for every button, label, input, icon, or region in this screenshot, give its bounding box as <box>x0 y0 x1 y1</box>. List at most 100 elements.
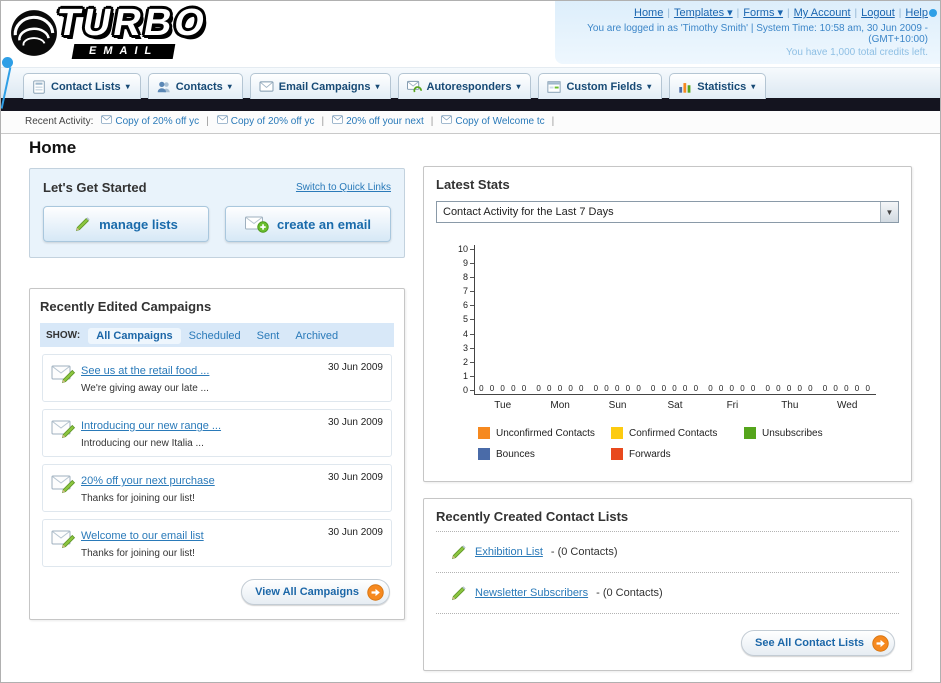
blue-dot-decoration <box>929 9 937 17</box>
campaign-row: Welcome to our email list Thanks for join… <box>42 519 392 567</box>
top-link-templates[interactable]: Templates ▾ <box>674 7 733 19</box>
latest-stats-panel: Latest Stats Contact Activity for the La… <box>423 166 912 482</box>
campaigns-filter-band: SHOW: All Campaigns Scheduled Sent Archived <box>40 323 394 347</box>
chart-y-axis: 10 9 8 7 6 5 4 3 2 1 0 <box>452 245 474 395</box>
campaign-title-link[interactable]: 20% off your next purchase <box>81 475 215 487</box>
recent-activity-item[interactable]: 20% off your next <box>332 115 424 127</box>
nav-tab-custom-fields[interactable]: Custom Fields ▾ <box>538 73 663 99</box>
campaign-date: 30 Jun 2009 <box>327 417 383 428</box>
top-link-help[interactable]: Help <box>905 7 928 19</box>
campaign-rows: See us at the retail food ... We're givin… <box>40 354 394 567</box>
email-pencil-icon <box>51 472 77 494</box>
view-all-campaigns-button[interactable]: View All Campaigns <box>241 579 390 605</box>
credits-info: You have 1,000 total credits left. <box>786 47 928 58</box>
contact-list-link-newsletter-subscribers[interactable]: Newsletter Subscribers <box>475 587 588 599</box>
get-started-panel: Let's Get Started Switch to Quick Links … <box>29 168 405 258</box>
chart-legend: Unconfirmed Contacts Confirmed Contacts Un… <box>478 427 898 469</box>
x-tick-label: Mon <box>550 400 570 411</box>
top-link-logout[interactable]: Logout <box>861 7 895 19</box>
campaign-title-link[interactable]: Welcome to our email list <box>81 530 204 542</box>
dotted-divider <box>436 572 899 573</box>
top-bar: TURBO EMAIL Home | Templates ▾ | Forms ▾ | My … <box>1 1 940 67</box>
chart-category-group: 0 0 0 0 0 <box>704 245 761 394</box>
top-link-my-account[interactable]: My Account <box>794 7 851 19</box>
campaign-row-icon-wrap <box>51 471 81 499</box>
chart-value-labels: 0 0 0 0 0 <box>650 384 701 393</box>
campaign-date: 30 Jun 2009 <box>327 362 383 373</box>
campaign-title-link[interactable]: Introducing our new range ... <box>81 420 221 432</box>
chart-category-group: 0 0 0 0 0 <box>475 245 532 394</box>
view-all-campaigns-label: View All Campaigns <box>255 586 359 598</box>
x-tick-label: Tue <box>494 400 512 411</box>
statistics-icon <box>678 80 692 94</box>
y-tick-label: 7 <box>463 287 474 296</box>
legend-label: Confirmed Contacts <box>629 427 718 439</box>
chart-category-group: 0 0 0 0 0 <box>590 245 647 394</box>
nav-tab-label: Contact Lists <box>51 80 121 93</box>
chevron-down-icon: ▾ <box>375 82 380 91</box>
campaign-row-texts: 20% off your next purchase Thanks for joi… <box>81 471 328 504</box>
legend-swatch <box>478 448 490 460</box>
campaigns-tab-all-campaigns[interactable]: All Campaigns <box>88 328 181 344</box>
recent-activity-item-label: Copy of Welcome tc <box>455 116 545 127</box>
email-pencil-icon <box>51 527 77 549</box>
campaigns-tab-sent[interactable]: Sent <box>249 328 288 344</box>
session-info-area: Home | Templates ▾ | Forms ▾ | My Account | Logo… <box>555 1 940 64</box>
see-all-contact-lists-label: See All Contact Lists <box>754 637 864 649</box>
stats-filter-select[interactable]: Contact Activity for the Last 7 Days ▼ <box>436 201 899 223</box>
nav-tab-contacts[interactable]: Contacts ▾ <box>147 73 243 99</box>
manage-lists-button[interactable]: manage lists <box>43 206 209 242</box>
recent-activity-item-label: Copy of 20% off yc <box>230 116 315 127</box>
chart-category-group: 0 0 0 0 0 <box>761 245 818 394</box>
dotted-divider <box>436 613 899 614</box>
see-all-contact-lists-button[interactable]: See All Contact Lists <box>740 630 895 656</box>
contact-list-count: - (0 Contacts) <box>596 587 663 599</box>
top-link-forms[interactable]: Forms ▾ <box>743 7 783 19</box>
chart-value-labels: 0 0 0 0 0 <box>708 384 758 393</box>
chart-category-group: 0 0 0 0 0 <box>532 245 589 394</box>
email-icon <box>101 115 115 124</box>
top-link-home[interactable]: Home <box>634 7 663 19</box>
campaigns-tab-archived[interactable]: Archived <box>287 328 346 344</box>
nav-tab-label: Email Campaigns <box>278 80 371 93</box>
y-tick-label: 3 <box>463 343 474 353</box>
main-content: Home Let's Get Started Switch to Quick L… <box>1 134 940 682</box>
nav-tab-email-campaigns[interactable]: Email Campaigns ▾ <box>249 73 391 99</box>
pencil-icon <box>450 585 467 601</box>
autoresponders-icon <box>406 80 422 94</box>
chart-value-labels: 0 0 0 0 0 <box>479 384 529 393</box>
campaign-row-icon-wrap <box>51 416 81 444</box>
recent-activity-item-label: 20% off your next <box>346 116 424 127</box>
campaign-row-icon-wrap <box>51 526 81 554</box>
y-tick-label: 0 <box>463 385 474 395</box>
logo-subtitle: EMAIL <box>71 44 176 59</box>
recent-activity-label: Recent Activity: <box>25 116 94 127</box>
nav-tab-statistics[interactable]: Statistics ▾ <box>669 73 767 99</box>
nav-tab-autoresponders[interactable]: Autoresponders ▾ <box>397 73 532 99</box>
legend-swatch <box>744 427 756 439</box>
get-started-buttons: manage lists create an email <box>43 206 391 242</box>
show-label: SHOW: <box>46 329 81 341</box>
create-an-email-label: create an email <box>277 216 371 232</box>
nav-tab-label: Custom Fields <box>566 80 643 93</box>
y-tick-label: 5 <box>463 315 474 324</box>
recent-activity-item[interactable]: Copy of Welcome tc <box>441 115 545 127</box>
legend-swatch <box>478 427 490 439</box>
recent-activity-item[interactable]: Copy of 20% off yc <box>101 115 199 127</box>
campaign-row: See us at the retail food ... We're givin… <box>42 354 392 402</box>
switch-quick-links-link[interactable]: Switch to Quick Links <box>296 182 391 193</box>
top-nav-links: Home | Templates ▾ | Forms ▾ | My Account | Logo… <box>567 6 928 19</box>
legend-swatch <box>611 448 623 460</box>
campaigns-tab-scheduled[interactable]: Scheduled <box>181 328 249 344</box>
link-separator: | <box>667 8 670 19</box>
nav-tab-contact-lists[interactable]: Contact Lists ▾ <box>23 73 141 99</box>
campaign-title-link[interactable]: See us at the retail food ... <box>81 365 209 377</box>
y-tick-label: 8 <box>463 273 474 282</box>
contacts-icon <box>157 80 171 94</box>
campaign-row: 20% off your next purchase Thanks for joi… <box>42 464 392 512</box>
recent-activity-item[interactable]: Copy of 20% off yc <box>216 115 315 127</box>
blue-dot-decoration <box>2 57 13 68</box>
contact-list-link-exhibition-list[interactable]: Exhibition List <box>475 546 543 558</box>
pencil-icon <box>450 544 467 560</box>
create-an-email-button[interactable]: create an email <box>225 206 391 242</box>
